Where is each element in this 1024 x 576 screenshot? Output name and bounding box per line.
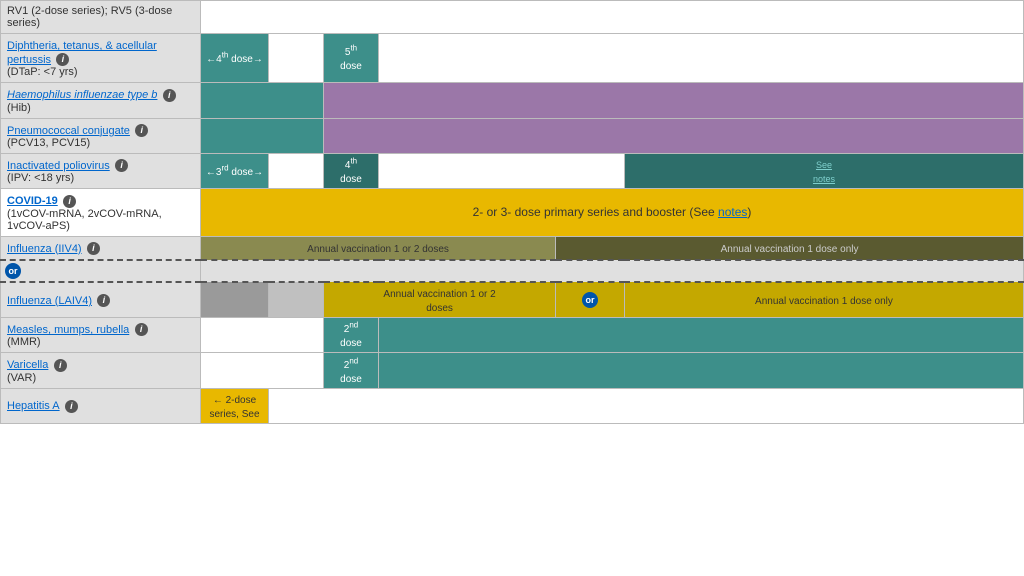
dtap-remaining <box>379 34 1024 83</box>
hepa-link[interactable]: Hepatitis A <box>7 400 60 412</box>
dtap-col2 <box>269 34 324 83</box>
laiv4-col1 <box>201 282 269 318</box>
dtap-sub: (DTaP: <7 yrs) <box>7 66 194 78</box>
vaccine-row-dtap: Diphtheria, tetanus, & acellular pertuss… <box>1 34 1024 83</box>
covid-notes-link[interactable]: notes <box>718 205 747 219</box>
laiv4-annual-1: Annual vaccination 1 dose only <box>624 282 1023 318</box>
vaccine-name-ipv: Inactivated poliovirus i (IPV: <18 yrs) <box>1 153 201 188</box>
covid-series: 2- or 3- dose primary series and booster… <box>201 189 1024 236</box>
ipv-link[interactable]: Inactivated poliovirus <box>7 160 110 172</box>
covid-info-icon[interactable]: i <box>63 195 76 208</box>
laiv4-annual-12: Annual vaccination 1 or 2doses <box>324 282 556 318</box>
iiv4-link[interactable]: Influenza (IIV4) <box>7 243 82 255</box>
varicella-sub: (VAR) <box>7 372 194 384</box>
vaccine-row-varicella: Varicella i (VAR) 2nddose <box>1 353 1024 388</box>
mmr-link[interactable]: Measles, mumps, rubella <box>7 324 129 336</box>
vaccine-name-iiv4: Influenza (IIV4) i <box>1 236 201 260</box>
mmr-white <box>201 317 324 352</box>
vaccine-name-varicella: Varicella i (VAR) <box>1 353 201 388</box>
covid-sub: (1vCOV-mRNA, 2vCOV-mRNA, 1vCOV-aPS) <box>7 208 194 232</box>
hepa-col1: ← 2-dose series, See <box>201 388 269 423</box>
pcv-info-icon[interactable]: i <box>135 124 148 137</box>
varicella-teal-rest <box>379 353 1024 388</box>
ipv-info-icon[interactable]: i <box>115 159 128 172</box>
covid-link[interactable]: COVID-19 <box>7 195 58 207</box>
varicella-white <box>201 353 324 388</box>
varicella-info-icon[interactable]: i <box>54 359 67 372</box>
dtap-col1: ←4th dose→ <box>201 34 269 83</box>
laiv4-or-badge: or <box>582 292 598 308</box>
vaccine-name-covid: COVID-19 i (1vCOV-mRNA, 2vCOV-mRNA, 1vCO… <box>1 189 201 236</box>
vaccine-name-hepa: Hepatitis A i <box>1 388 201 423</box>
laiv4-or-cell: or <box>556 282 625 318</box>
ipv-col3: 4thdose <box>324 153 379 188</box>
vaccine-row-laiv4: Influenza (LAIV4) i Annual vaccination 1… <box>1 282 1024 318</box>
or-badge: or <box>5 263 21 279</box>
hib-link[interactable]: Haemophilus influenzae type b <box>7 89 157 101</box>
vaccine-name-pcv: Pneumococcal conjugate i (PCV13, PCV15) <box>1 118 201 153</box>
or-divider-row: or <box>1 260 1024 282</box>
iiv4-annual-1: Annual vaccination 1 dose only <box>556 236 1024 260</box>
iiv4-info-icon[interactable]: i <box>87 242 100 255</box>
hepa-rest <box>269 388 1024 423</box>
laiv4-info-icon[interactable]: i <box>97 294 110 307</box>
pcv-purple <box>324 118 1024 153</box>
pcv-teal <box>201 118 324 153</box>
hib-info-icon[interactable]: i <box>163 89 176 102</box>
mmr-teal-rest <box>379 317 1024 352</box>
ipv-col1: ←3rd dose→ <box>201 153 269 188</box>
dtap-info-icon[interactable]: i <box>56 53 69 66</box>
laiv4-col2 <box>269 282 324 318</box>
mmr-sub: (MMR) <box>7 336 194 348</box>
mmr-info-icon[interactable]: i <box>135 323 148 336</box>
pcv-link[interactable]: Pneumococcal conjugate <box>7 125 130 137</box>
vaccine-row-mmr: Measles, mumps, rubella i (MMR) 2nddose <box>1 317 1024 352</box>
mmr-2nd-dose: 2nddose <box>324 317 379 352</box>
or-spacer <box>201 260 1024 282</box>
vaccine-name-hib: Haemophilus influenzae type b i (Hib) <box>1 83 201 118</box>
hepa-info-icon[interactable]: i <box>65 400 78 413</box>
vaccine-name-dtap: Diphtheria, tetanus, & acellular pertuss… <box>1 34 201 83</box>
ipv-col2 <box>269 153 324 188</box>
vaccine-row-covid: COVID-19 i (1vCOV-mRNA, 2vCOV-mRNA, 1vCO… <box>1 189 1024 236</box>
dtap-link[interactable]: Diphtheria, tetanus, & acellular pertuss… <box>7 40 157 66</box>
varicella-link[interactable]: Varicella <box>7 359 48 371</box>
vaccine-row-iiv4: Influenza (IIV4) i Annual vaccination 1 … <box>1 236 1024 260</box>
ipv-see-notes: Seenotes <box>624 153 1023 188</box>
iiv4-annual-12: Annual vaccination 1 or 2 doses <box>201 236 556 260</box>
vaccine-row-ipv: Inactivated poliovirus i (IPV: <18 yrs) … <box>1 153 1024 188</box>
or-label-cell: or <box>1 260 201 282</box>
vaccine-row-pcv: Pneumococcal conjugate i (PCV13, PCV15) <box>1 118 1024 153</box>
vaccine-name-laiv4: Influenza (LAIV4) i <box>1 282 201 318</box>
vaccine-row-hepa: Hepatitis A i ← 2-dose series, See <box>1 388 1024 423</box>
hib-teal <box>201 83 324 118</box>
vaccine-name-mmr: Measles, mumps, rubella i (MMR) <box>1 317 201 352</box>
hib-purple <box>324 83 1024 118</box>
vaccine-row-rv: RV1 (2-dose series); RV5 (3-dose series) <box>1 1 1024 34</box>
laiv4-link[interactable]: Influenza (LAIV4) <box>7 295 92 307</box>
ipv-sub: (IPV: <18 yrs) <box>7 172 194 184</box>
ipv-middle <box>379 153 625 188</box>
dtap-col3: 5thdose <box>324 34 379 83</box>
hib-sub: (Hib) <box>7 102 194 114</box>
pcv-sub: (PCV13, PCV15) <box>7 137 194 149</box>
varicella-2nd-dose: 2nddose <box>324 353 379 388</box>
vaccine-name-rv: RV1 (2-dose series); RV5 (3-dose series) <box>1 1 201 34</box>
vaccine-row-hib: Haemophilus influenzae type b i (Hib) <box>1 83 1024 118</box>
